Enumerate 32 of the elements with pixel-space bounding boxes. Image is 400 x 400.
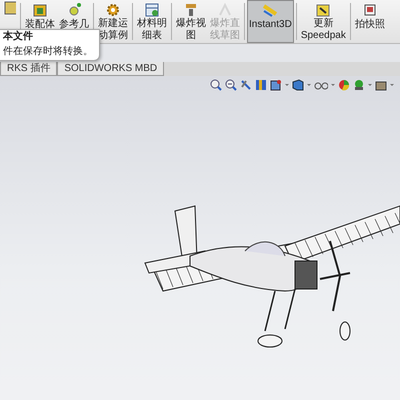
ribbon-tab[interactable]: RKS 插件 xyxy=(0,62,58,76)
toolbar-button[interactable]: 更新 Speedpak xyxy=(298,0,348,43)
speedpak-icon xyxy=(315,2,332,17)
assembly-icon xyxy=(32,2,48,18)
explode-view-icon xyxy=(183,2,199,17)
tooltip-title: 本文件 xyxy=(3,31,34,43)
cube-icon[interactable] xyxy=(292,79,304,91)
zoom-to-fit-icon[interactable] xyxy=(210,79,222,91)
instant3d-icon xyxy=(262,2,278,18)
scene-icon[interactable] xyxy=(353,79,365,91)
document-icon xyxy=(4,0,16,16)
view-orientation-icon[interactable] xyxy=(270,79,282,91)
tooltip-text: 件在保存时将转换。 xyxy=(3,46,93,58)
section-view-icon[interactable] xyxy=(255,79,267,91)
toolbar-button[interactable]: 参考几 xyxy=(57,0,91,43)
table-icon xyxy=(144,2,160,17)
toolbar-button[interactable]: Instant3D xyxy=(247,0,294,43)
previous-view-icon[interactable] xyxy=(240,79,252,91)
caret-icon[interactable] xyxy=(368,83,372,87)
ribbon-tab[interactable]: SOLIDWORKS MBD xyxy=(57,62,164,76)
caret-icon[interactable] xyxy=(307,83,311,87)
gear-icon xyxy=(105,2,121,17)
caret-icon[interactable] xyxy=(390,83,394,87)
zoom-area-icon[interactable] xyxy=(225,79,237,91)
toolbar-button[interactable]: 爆炸视 图 xyxy=(174,0,208,43)
caret-icon[interactable] xyxy=(331,83,335,87)
snapshot-icon xyxy=(362,2,378,18)
toolbar-button[interactable]: 材料明 细表 xyxy=(135,0,169,43)
caret-icon[interactable] xyxy=(285,83,289,87)
toolbar-button[interactable]: 拍快照 xyxy=(352,0,387,43)
color-ball-icon[interactable] xyxy=(338,79,350,91)
view-settings-icon[interactable] xyxy=(375,79,387,91)
